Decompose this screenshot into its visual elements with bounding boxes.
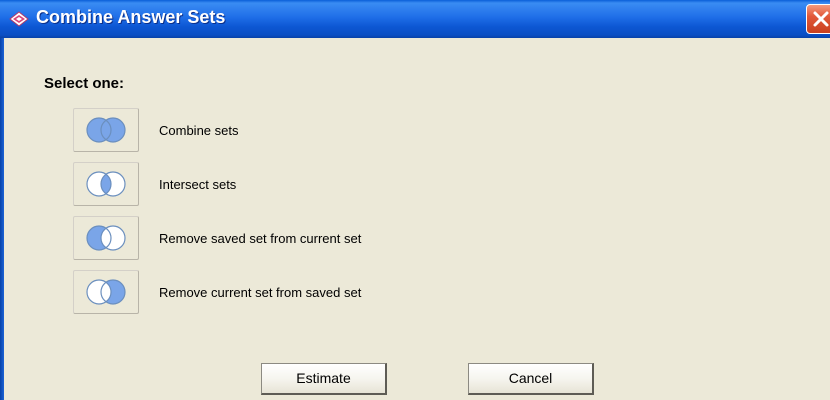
title-bar[interactable]: Combine Answer Sets <box>0 0 830 38</box>
app-logo-icon <box>9 11 29 27</box>
remove-saved-from-current-label: Remove saved set from current set <box>159 231 362 246</box>
left-difference-venn-icon <box>86 225 126 251</box>
window-title: Combine Answer Sets <box>36 7 226 27</box>
remove-current-from-saved-label: Remove current set from saved set <box>159 285 362 300</box>
combine-sets-button[interactable] <box>73 108 139 152</box>
window-frame <box>0 38 4 400</box>
cancel-button[interactable]: Cancel <box>468 363 594 395</box>
select-one-label: Select one: <box>44 75 125 92</box>
union-venn-icon <box>86 117 126 143</box>
estimate-button[interactable]: Estimate <box>261 363 387 395</box>
intersect-sets-button[interactable] <box>73 162 139 206</box>
close-icon <box>813 11 829 27</box>
remove-saved-from-current-button[interactable] <box>73 216 139 260</box>
combine-sets-label: Combine sets <box>159 123 239 138</box>
intersect-sets-label: Intersect sets <box>159 177 237 192</box>
remove-current-from-saved-button[interactable] <box>73 270 139 314</box>
intersection-venn-icon <box>86 171 126 197</box>
right-difference-venn-icon <box>86 279 126 305</box>
combine-answer-sets-dialog: Combine Answer Sets Select one: Combine … <box>0 0 830 400</box>
close-button[interactable] <box>806 4 830 34</box>
